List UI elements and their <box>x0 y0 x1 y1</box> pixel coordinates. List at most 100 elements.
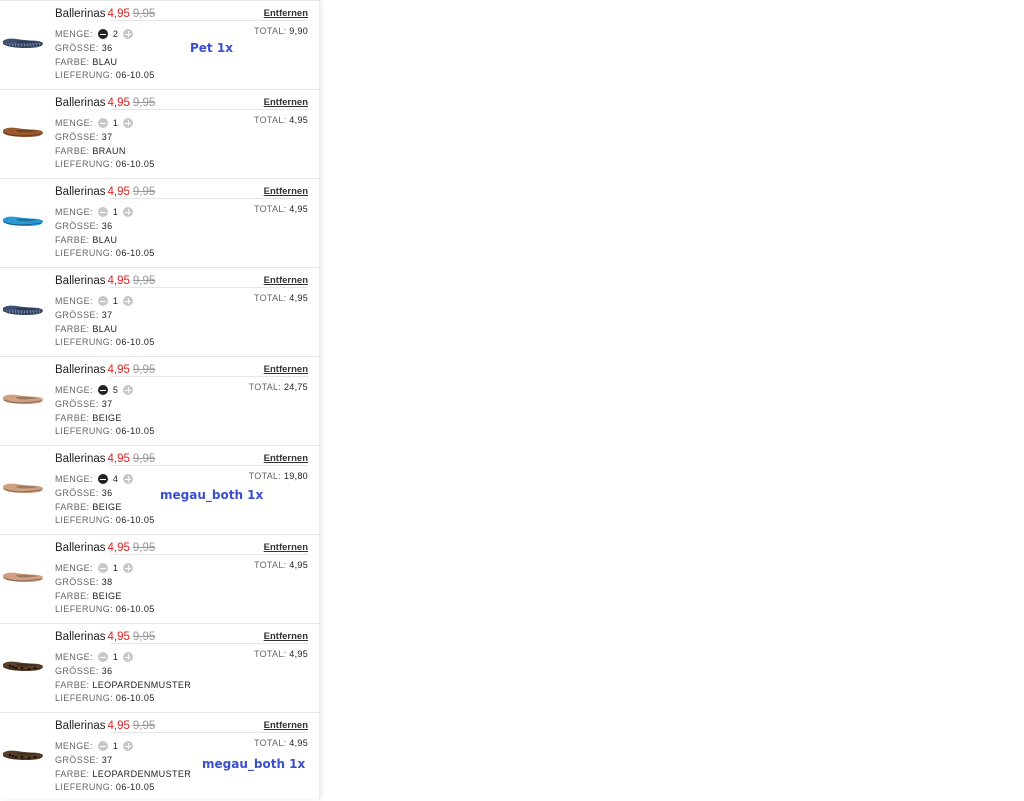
quantity-label: MENGE: <box>55 207 93 217</box>
product-thumbnail[interactable] <box>2 202 44 242</box>
size-row-label: GRÖSSE: <box>55 132 99 142</box>
quantity-label: MENGE: <box>55 118 93 128</box>
cart-item: Ballerinas 4,95 9,95 Entfernen TOTAL: 4,95 ME… <box>0 623 319 712</box>
remove-link[interactable]: Entfernen <box>264 720 308 731</box>
quantity-label: MENGE: <box>55 474 93 484</box>
remove-link[interactable]: Entfernen <box>264 8 308 19</box>
increase-quantity-icon[interactable] <box>123 29 134 39</box>
quantity-row: MENGE: 2 <box>55 29 135 39</box>
quantity-row: MENGE: 1 <box>55 296 135 306</box>
quantity-label: MENGE: <box>55 563 93 573</box>
cart-panel: Ballerinas 4,95 9,95 Entfernen TOTAL: 9,90 ME… <box>0 0 320 799</box>
delivery-row: LIEFERUNG: 06-10.05 <box>55 248 155 258</box>
delivery-row: LIEFERUNG: 06-10.05 <box>55 159 155 169</box>
blue-striped-ballerina-icon <box>2 299 44 324</box>
item-separator <box>0 178 319 179</box>
remove-link[interactable]: Entfernen <box>264 631 308 642</box>
size-row: GRÖSSE: 37 <box>55 399 113 409</box>
remove-link[interactable]: Entfernen <box>264 275 308 286</box>
bright-blue-ballerina-icon <box>2 210 44 235</box>
increase-quantity-icon[interactable] <box>123 296 134 306</box>
decrease-quantity-icon[interactable] <box>97 563 108 573</box>
decrease-quantity-icon[interactable] <box>97 385 108 395</box>
product-thumbnail[interactable] <box>2 647 44 687</box>
size-row-value: 36 <box>101 488 113 498</box>
size-row: GRÖSSE: 36 <box>55 221 113 231</box>
remove-link[interactable]: Entfernen <box>264 453 308 464</box>
product-thumbnail[interactable] <box>2 380 44 420</box>
remove-link[interactable]: Entfernen <box>264 186 308 197</box>
quantity-label: MENGE: <box>55 385 93 395</box>
title-divider <box>110 287 308 288</box>
quantity-label: MENGE: <box>55 296 93 306</box>
delivery-row: LIEFERUNG: 06-10.05 <box>55 604 155 614</box>
size-row-value: 37 <box>101 399 113 409</box>
product-name-line: Ballerinas 4,95 9,95 <box>55 364 155 376</box>
increase-quantity-icon[interactable] <box>123 118 134 128</box>
item-separator <box>0 267 319 268</box>
cart-item: Ballerinas 4,95 9,95 Entfernen TOTAL: 4,95 ME… <box>0 178 319 267</box>
color-row-label: FARBE: <box>55 324 90 334</box>
product-thumbnail[interactable] <box>2 736 44 776</box>
increase-quantity-icon[interactable] <box>123 741 134 751</box>
quantity-value: 5 <box>112 385 119 395</box>
delivery-row: LIEFERUNG: 06-10.05 <box>55 426 155 436</box>
delivery-row: LIEFERUNG: 06-10.05 <box>55 70 155 80</box>
quantity-label: MENGE: <box>55 652 93 662</box>
decrease-quantity-icon[interactable] <box>97 741 108 751</box>
delivery-row-value: 06-10.05 <box>115 515 155 525</box>
increase-quantity-icon[interactable] <box>123 207 134 217</box>
product-name: Ballerinas <box>55 186 106 198</box>
quantity-value: 1 <box>112 652 119 662</box>
size-row-value: 37 <box>101 310 113 320</box>
color-row: FARBE: BEIGE <box>55 413 122 423</box>
delivery-row-label: LIEFERUNG: <box>55 426 114 436</box>
item-separator <box>0 356 319 357</box>
original-price: 9,95 <box>132 186 156 198</box>
delivery-row: LIEFERUNG: 06-10.05 <box>55 515 155 525</box>
remove-link[interactable]: Entfernen <box>264 364 308 375</box>
product-name-line: Ballerinas 4,95 9,95 <box>55 186 155 198</box>
color-row-label: FARBE: <box>55 57 90 67</box>
original-price: 9,95 <box>132 631 156 643</box>
item-separator <box>0 89 319 90</box>
color-row-value: BEIGE <box>92 413 122 423</box>
color-row: FARBE: BLAU <box>55 235 117 245</box>
color-row-value: BLAU <box>92 235 118 245</box>
color-row-value: LEOPARDENMUSTER <box>92 769 192 779</box>
increase-quantity-icon[interactable] <box>123 563 134 573</box>
delivery-row: LIEFERUNG: 06-10.05 <box>55 693 155 703</box>
original-price: 9,95 <box>132 275 156 287</box>
product-name: Ballerinas <box>55 720 106 732</box>
product-thumbnail[interactable] <box>2 558 44 598</box>
cart-item: Ballerinas 4,95 9,95 Entfernen TOTAL: 9,90 ME… <box>0 0 319 89</box>
annotation-note: megau_both 1x <box>202 757 306 771</box>
color-row-label: FARBE: <box>55 769 90 779</box>
product-thumbnail[interactable] <box>2 113 44 153</box>
remove-link[interactable]: Entfernen <box>264 542 308 553</box>
decrease-quantity-icon[interactable] <box>97 474 108 484</box>
decrease-quantity-icon[interactable] <box>97 207 108 217</box>
sale-price: 4,95 <box>107 186 130 198</box>
decrease-quantity-icon[interactable] <box>97 296 108 306</box>
sale-price: 4,95 <box>107 542 130 554</box>
product-thumbnail[interactable] <box>2 291 44 331</box>
total-label: TOTAL: <box>253 115 287 125</box>
increase-quantity-icon[interactable] <box>123 474 134 484</box>
item-separator <box>0 623 319 624</box>
product-thumbnail[interactable] <box>2 24 44 64</box>
decrease-quantity-icon[interactable] <box>97 652 108 662</box>
quantity-value: 1 <box>112 207 119 217</box>
product-thumbnail[interactable] <box>2 469 44 509</box>
delivery-row-label: LIEFERUNG: <box>55 604 114 614</box>
color-row-label: FARBE: <box>55 680 90 690</box>
remove-link[interactable]: Entfernen <box>264 97 308 108</box>
cart-item: Ballerinas 4,95 9,95 Entfernen TOTAL: 4,95 ME… <box>0 534 319 623</box>
delivery-row: LIEFERUNG: 06-10.05 <box>55 782 155 792</box>
decrease-quantity-icon[interactable] <box>97 118 108 128</box>
title-divider <box>110 376 308 377</box>
quantity-row: MENGE: 1 <box>55 118 135 128</box>
increase-quantity-icon[interactable] <box>123 385 134 395</box>
increase-quantity-icon[interactable] <box>123 652 134 662</box>
decrease-quantity-icon[interactable] <box>97 29 108 39</box>
